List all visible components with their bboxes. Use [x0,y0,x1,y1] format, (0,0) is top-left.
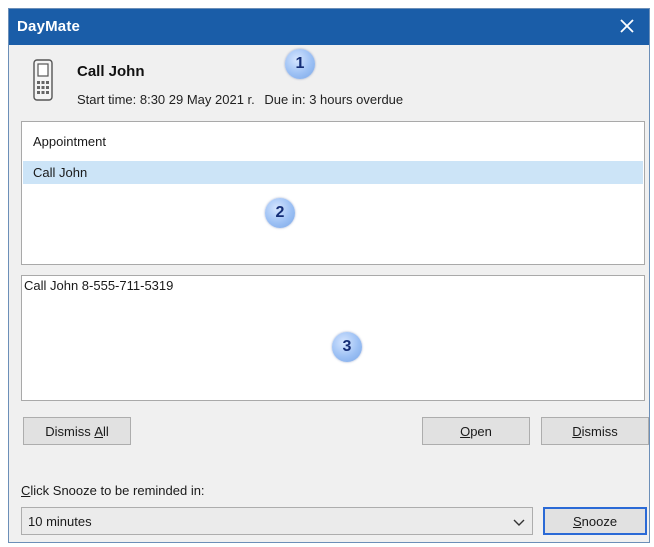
button-label-part: ismiss [581,423,618,439]
callout-badge-1: 1 [285,49,315,79]
snooze-label-text: lick Snooze to be reminded in: [30,483,205,498]
access-key: D [572,423,582,439]
list-item-label: Call John [33,165,88,180]
snooze-button[interactable]: Snooze [543,507,647,535]
due-in: Due in: 3 hours overdue [264,92,404,107]
notes-text: Call John 8-555-711-5319 [24,278,174,293]
reminder-details: Start time: 8:30 29 May 2021 r. Due in: … [77,92,409,107]
notes-textarea[interactable]: Call John 8-555-711-5319 [21,275,645,401]
reminder-window: DayMate Call John Start time: 8:30 29 Ma… [8,8,650,543]
reminder-subject: Call John [77,63,145,80]
callout-badge-3: 3 [332,332,362,362]
dismiss-all-button[interactable]: Dismiss All [23,417,131,445]
phone-icon [31,59,55,104]
open-button[interactable]: Open [422,417,530,445]
start-time: Start time: 8:30 29 May 2021 r. [77,92,255,107]
title-bar[interactable]: DayMate [9,9,649,45]
button-label-part: nooze [581,513,618,529]
button-label-part: pen [470,423,492,439]
dismiss-button[interactable]: Dismiss [541,417,649,445]
snooze-label: Click Snooze to be reminded in: [21,483,205,498]
list-item-call-john[interactable]: Call John [23,161,643,184]
chevron-down-icon[interactable] [512,515,526,532]
access-key: A [94,423,103,439]
close-button[interactable] [615,14,639,38]
list-item-label: Appointment [33,134,106,149]
snooze-duration-select[interactable]: 10 minutes [21,507,533,535]
reminder-header: Call John Start time: 8:30 29 May 2021 r… [9,45,649,119]
button-label-part: ll [103,423,109,439]
close-icon [620,19,634,33]
access-key: S [572,513,582,529]
snooze-duration-value: 10 minutes [28,514,92,529]
reminder-list[interactable]: Appointment Call John [21,121,645,265]
access-key: C [21,483,31,498]
access-key: O [460,423,471,439]
callout-badge-2: 2 [265,198,295,228]
button-label-part: Dismiss [45,423,95,439]
window-title: DayMate [17,18,81,35]
list-item-appointment[interactable]: Appointment [23,130,643,153]
